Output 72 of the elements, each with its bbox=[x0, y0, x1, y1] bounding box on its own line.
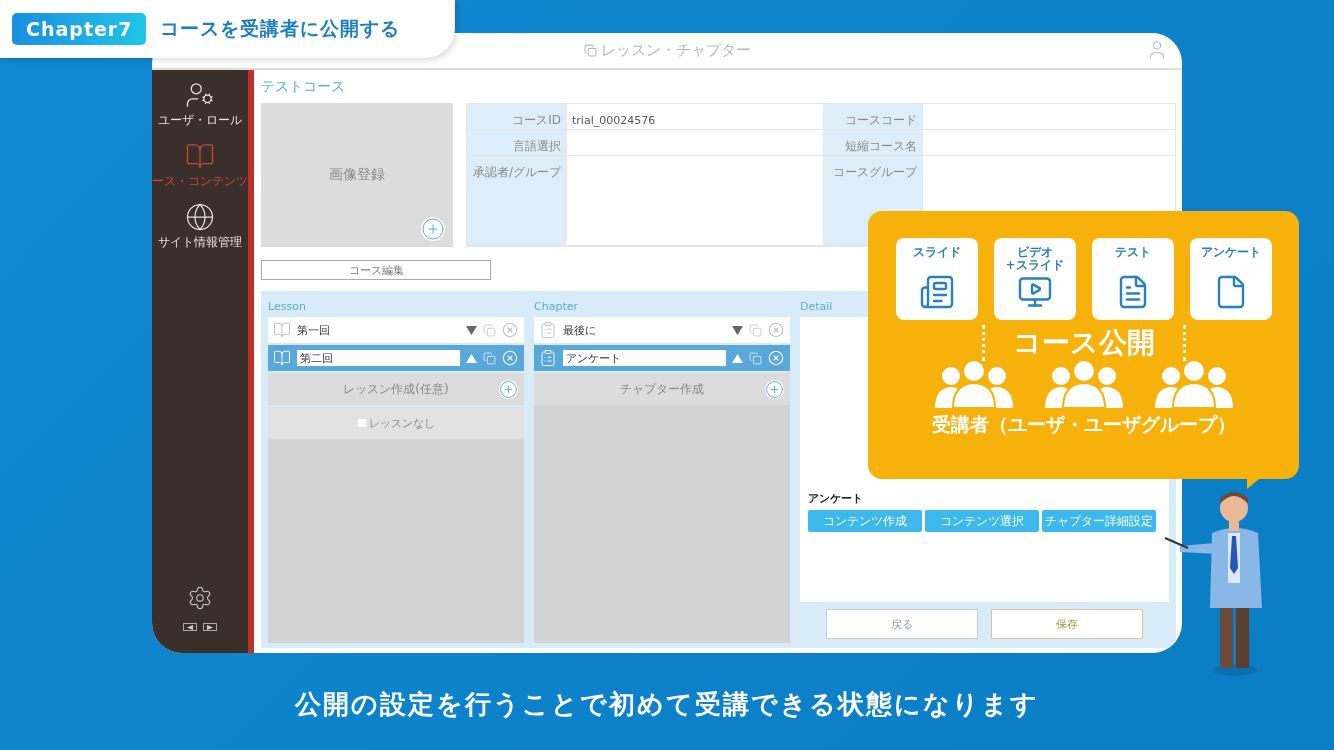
clipboard-icon bbox=[539, 321, 557, 339]
sidebar-item[interactable]: ユーザ・ロール bbox=[158, 80, 242, 129]
create-row[interactable]: チャプター作成 bbox=[534, 373, 790, 405]
content-type-label: スライド bbox=[912, 246, 961, 260]
sidebar-item[interactable]: サイト情報管理 bbox=[158, 202, 242, 251]
settings-icon[interactable] bbox=[187, 585, 213, 611]
user-group-icon bbox=[932, 358, 1015, 408]
action-button[interactable]: チャプター詳細設定 bbox=[1042, 510, 1156, 532]
item-name: 最後に bbox=[563, 322, 597, 338]
chapter-title: コースを受講者に公開する bbox=[160, 16, 401, 41]
create-label: チャプター作成 bbox=[620, 380, 704, 398]
window-title: レッスン・チャプター bbox=[600, 41, 751, 60]
column-heading: Lesson bbox=[268, 299, 307, 315]
no-lesson-option[interactable]: レッスンなし bbox=[357, 415, 435, 431]
content-type-label: ビデオ +スライド bbox=[1005, 246, 1064, 273]
list-row[interactable]: 最後に bbox=[534, 317, 790, 343]
create-row[interactable]: レッスン作成(任意) bbox=[268, 373, 524, 405]
audience-label: 受講者（ユーザ・ユーザグループ） bbox=[931, 412, 1236, 437]
field-value: trial_00024576 bbox=[572, 114, 656, 127]
delete-icon[interactable] bbox=[768, 322, 784, 338]
dropdown-arrow-icon[interactable] bbox=[732, 325, 743, 335]
field-label: 承認者/グループ bbox=[472, 165, 561, 179]
add-icon[interactable] bbox=[765, 379, 784, 399]
copy-icon[interactable] bbox=[483, 351, 496, 365]
back-button[interactable]: 戻る bbox=[826, 609, 978, 639]
collapse-arrow-icon[interactable] bbox=[732, 353, 743, 363]
course-title: テストコース bbox=[261, 78, 346, 96]
clipboard-icon bbox=[539, 349, 557, 367]
action-button[interactable]: コンテンツ作成 bbox=[808, 510, 922, 532]
list-row[interactable]: 第一回 bbox=[268, 317, 524, 343]
section-label: アンケート bbox=[808, 491, 864, 506]
user-settings-icon bbox=[185, 80, 215, 110]
create-label: レッスン作成(任意) bbox=[343, 380, 449, 398]
sidebar-item[interactable]: ース・コンテンツ bbox=[152, 141, 248, 190]
caption: 公開の設定を行うことで初めて受講できる状態になります bbox=[293, 688, 1040, 721]
image-upload-label: 画像登録 bbox=[329, 166, 385, 184]
user-group-icon bbox=[1042, 358, 1125, 408]
book-icon bbox=[273, 321, 291, 339]
field-label: 言語選択 bbox=[513, 139, 561, 153]
chapter-badge: Chapter7 bbox=[12, 13, 147, 45]
dropdown-arrow-icon[interactable] bbox=[466, 325, 477, 335]
add-icon[interactable] bbox=[421, 217, 445, 241]
book-icon bbox=[273, 349, 291, 367]
content-type-label: テスト bbox=[1114, 246, 1151, 260]
edit-course-button[interactable]: コース編集 bbox=[261, 260, 491, 280]
previous-button[interactable] bbox=[183, 623, 197, 631]
save-button[interactable]: 保存 bbox=[991, 609, 1143, 639]
copy-icon[interactable] bbox=[483, 323, 496, 337]
list-row[interactable]: 第二回 bbox=[268, 345, 524, 371]
add-icon[interactable] bbox=[499, 379, 518, 399]
field-label: コースグループ bbox=[833, 165, 917, 179]
action-button[interactable]: コンテンツ選択 bbox=[925, 510, 1039, 532]
content-type-label: アンケート bbox=[1200, 246, 1261, 260]
field-label: コースコード bbox=[845, 113, 917, 127]
globe-icon bbox=[185, 202, 215, 232]
field-label: コースID bbox=[512, 113, 561, 127]
copy-icon[interactable] bbox=[749, 323, 762, 337]
checkbox[interactable] bbox=[357, 419, 366, 427]
name-field[interactable]: 第二回 bbox=[297, 350, 460, 366]
field-label: 短縮コース名 bbox=[845, 139, 917, 153]
column-heading: Chapter bbox=[534, 299, 579, 315]
next-button[interactable] bbox=[203, 623, 217, 631]
image-upload-area[interactable]: 画像登録 bbox=[261, 103, 453, 247]
delete-icon[interactable] bbox=[502, 322, 518, 338]
column-heading: Detail bbox=[800, 299, 834, 315]
name-field[interactable]: アンケート bbox=[563, 350, 726, 366]
item-name: 第一回 bbox=[297, 322, 331, 338]
copy-icon[interactable] bbox=[749, 351, 762, 365]
list-row[interactable]: アンケート bbox=[534, 345, 790, 371]
collapse-arrow-icon[interactable] bbox=[466, 353, 477, 363]
book-icon bbox=[185, 141, 215, 171]
publish-label: コース公開 bbox=[1012, 325, 1155, 361]
